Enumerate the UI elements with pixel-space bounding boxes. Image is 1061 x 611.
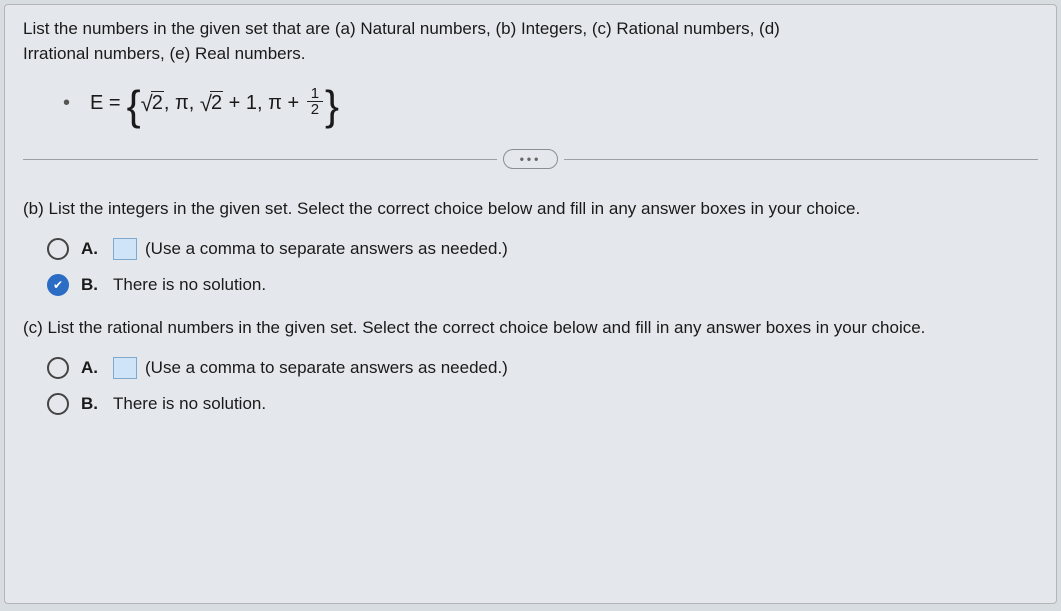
radio-icon[interactable]: [47, 393, 69, 415]
option-letter: A.: [81, 239, 103, 259]
plus1: + 1, π +: [223, 92, 305, 115]
option-letter: B.: [81, 275, 103, 295]
equation-display: • E = { √2 , π, √2 + 1, π + 12 }: [63, 88, 1038, 119]
answer-input-box[interactable]: [113, 357, 137, 379]
radio-icon[interactable]: [47, 357, 69, 379]
part-c-heading: (c) List the rational numbers in the giv…: [23, 316, 1038, 341]
one-half-fraction: 12: [307, 86, 323, 117]
part-b-heading: (b) List the integers in the given set. …: [23, 197, 1038, 222]
part-b-option-b[interactable]: B. There is no solution.: [47, 274, 1038, 296]
option-b-text: There is no solution.: [113, 394, 266, 414]
sqrt2-second: √2: [200, 91, 223, 117]
option-b-text: There is no solution.: [113, 275, 266, 295]
left-brace-icon: {: [127, 93, 141, 118]
answer-input-box[interactable]: [113, 238, 137, 260]
divider-line-right: [564, 159, 1038, 160]
comma1: , π,: [164, 92, 200, 115]
radio-icon[interactable]: [47, 238, 69, 260]
sqrt2-first: √2: [141, 91, 164, 117]
option-letter: B.: [81, 394, 103, 414]
divider-line-left: [23, 159, 497, 160]
part-c-option-a[interactable]: A. (Use a comma to separate answers as n…: [47, 357, 1038, 379]
question-intro: List the numbers in the given set that a…: [23, 17, 1038, 66]
equation-lhs: E =: [90, 92, 121, 115]
radio-selected-icon[interactable]: [47, 274, 69, 296]
section-divider: •••: [23, 149, 1038, 169]
intro-line1: List the numbers in the given set that a…: [23, 19, 780, 38]
part-b-option-a[interactable]: A. (Use a comma to separate answers as n…: [47, 238, 1038, 260]
option-letter: A.: [81, 358, 103, 378]
expand-pill[interactable]: •••: [503, 149, 559, 169]
bullet-icon: •: [63, 92, 70, 115]
part-c-option-b[interactable]: B. There is no solution.: [47, 393, 1038, 415]
option-a-hint: (Use a comma to separate answers as need…: [145, 358, 508, 378]
right-brace-icon: }: [325, 93, 339, 118]
question-page: List the numbers in the given set that a…: [4, 4, 1057, 604]
option-a-hint: (Use a comma to separate answers as need…: [145, 239, 508, 259]
intro-line2: Irrational numbers, (e) Real numbers.: [23, 44, 306, 63]
